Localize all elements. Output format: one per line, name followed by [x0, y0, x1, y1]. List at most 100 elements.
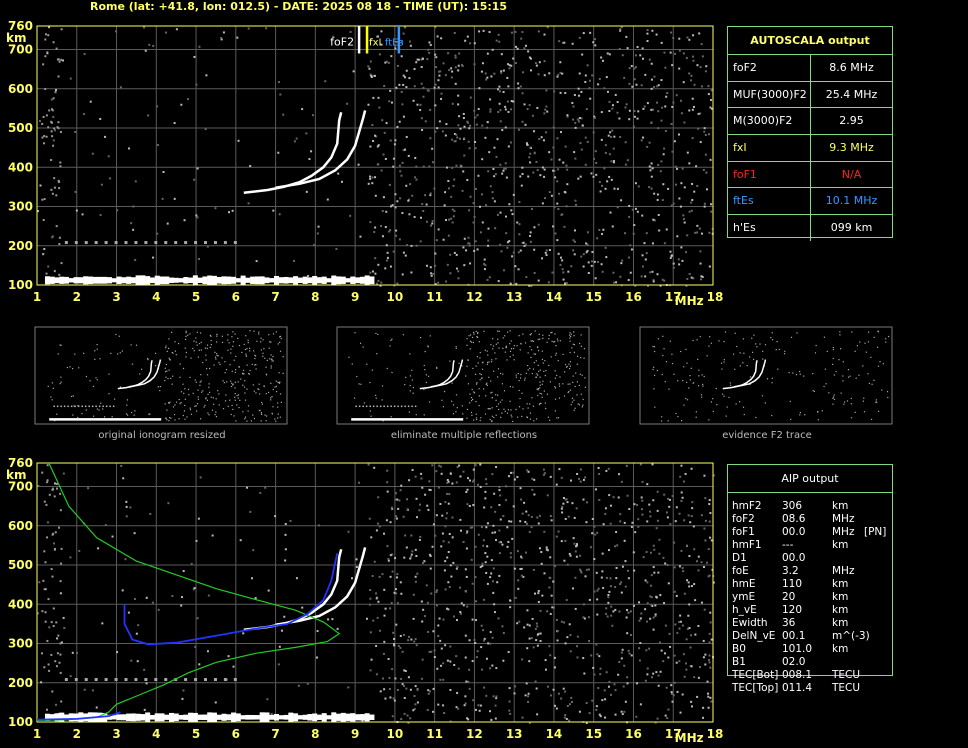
noise-dot [52, 97, 55, 100]
noise-dot [634, 182, 637, 185]
noise-dot [543, 112, 546, 115]
noise-dot [532, 171, 535, 174]
noise-dot [206, 245, 209, 248]
noise-dot [697, 569, 700, 572]
thumb-noise [168, 402, 170, 404]
noise-dot [41, 652, 44, 655]
noise-dot [475, 619, 478, 622]
thumb-noise [205, 397, 207, 399]
autoscala-row: MUF(3000)F2 25.4 MHz [728, 81, 892, 109]
y-tick-label: 100 [8, 715, 33, 729]
noise-dot [662, 556, 665, 559]
noise-dot [641, 57, 644, 60]
noise-dot [442, 62, 445, 65]
thumb-noise [246, 388, 248, 390]
thumb-noise [543, 370, 545, 372]
noise-dot [95, 706, 98, 709]
noise-dot [56, 637, 59, 640]
thumb-noise [555, 354, 557, 356]
thumb-noise [271, 358, 273, 360]
noise-dot [107, 155, 110, 158]
noise-dot [43, 198, 46, 201]
noise-dot [638, 659, 641, 662]
noise-dot [487, 642, 490, 645]
noise-dot [673, 681, 676, 684]
noise-dot [181, 697, 184, 700]
thumb-noise [554, 398, 557, 400]
thumb-noise [478, 395, 480, 397]
thumb-noise [716, 404, 718, 406]
thumb-noise [216, 341, 218, 343]
thumb-noise [180, 401, 182, 404]
thumb-noise [224, 372, 226, 374]
thumb-noise [89, 380, 91, 382]
noise-dot [418, 509, 421, 512]
noise-dot [272, 209, 275, 212]
noise-dot [557, 168, 560, 171]
noise-dot [204, 128, 207, 131]
noise-dot [645, 232, 648, 235]
noise-dot [440, 472, 443, 475]
noise-dot [676, 631, 679, 634]
thumb-noise [516, 345, 518, 347]
noise-dot [594, 150, 597, 153]
noise-dot [682, 218, 685, 221]
noise-dot [55, 483, 58, 486]
thumb-noise [504, 410, 506, 412]
noise-dot [699, 66, 702, 69]
noise-dot [499, 518, 502, 521]
noise-dot [680, 112, 683, 115]
noise-dot [507, 540, 510, 543]
thumb-noise [229, 399, 231, 401]
y-unit-label: km [6, 31, 26, 45]
thumb-noise [253, 330, 255, 332]
noise-dot [427, 692, 430, 695]
noise-dot [601, 270, 604, 273]
noise-dot [619, 29, 622, 32]
thumb-noise [119, 352, 121, 354]
thumb-noise [222, 408, 225, 410]
noise-dot [385, 519, 388, 522]
noise-dot [702, 706, 705, 709]
es-multiple [124, 241, 128, 245]
noise-dot [134, 258, 137, 261]
es-trace [331, 712, 337, 723]
noise-dot [701, 55, 704, 58]
noise-dot [489, 710, 492, 713]
thumb-noise [539, 376, 541, 378]
thumb-noise [545, 407, 547, 410]
noise-dot [59, 671, 62, 674]
noise-dot [590, 654, 593, 657]
noise-dot [412, 617, 415, 620]
noise-dot [681, 259, 684, 262]
noise-dot [509, 141, 512, 144]
thumb-noise [178, 418, 180, 420]
noise-dot [702, 565, 705, 568]
thumb-noise [686, 399, 689, 401]
thumb-noise [71, 367, 74, 370]
noise-dot [661, 106, 664, 109]
thumb-noise [529, 418, 532, 420]
thumb-noise [887, 396, 889, 399]
noise-dot [522, 71, 525, 74]
noise-dot [633, 503, 636, 506]
noise-dot [653, 75, 656, 78]
thumb-noise [502, 337, 504, 339]
es-trace [169, 277, 175, 284]
noise-dot [421, 57, 424, 60]
noise-dot [376, 163, 379, 166]
thumb-es-multiple [112, 405, 115, 408]
thumb-noise [653, 346, 656, 348]
noise-dot [680, 464, 683, 467]
thumb-noise [545, 369, 547, 372]
noise-dot [594, 488, 597, 491]
thumb-noise [843, 403, 845, 405]
noise-dot [548, 191, 551, 194]
thumb-noise [578, 342, 581, 345]
noise-dot [688, 38, 691, 41]
noise-dot [99, 214, 102, 217]
noise-dot [58, 236, 61, 239]
noise-dot [421, 620, 424, 623]
thumb-noise [833, 398, 836, 401]
noise-dot [439, 70, 442, 73]
